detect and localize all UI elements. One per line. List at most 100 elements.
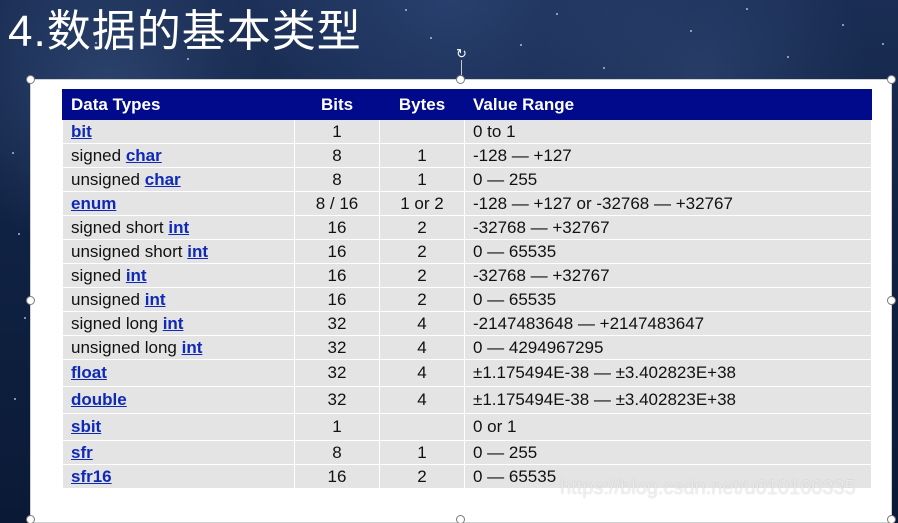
- table-row: signed long int 32 4 -2147483648 — +2147…: [62, 311, 872, 336]
- range-cell: 0 — 255: [464, 167, 872, 192]
- keyword-link[interactable]: sfr: [71, 443, 93, 462]
- type-cell: double: [62, 386, 295, 414]
- bits-cell: 16: [294, 215, 380, 240]
- bits-cell: 16: [294, 464, 380, 489]
- range-cell: -2147483648 — +2147483647: [464, 311, 872, 336]
- rotate-handle-icon[interactable]: ↻: [455, 47, 468, 60]
- bits-cell: 32: [294, 386, 380, 414]
- bytes-cell: 2: [379, 215, 465, 240]
- data-types-table: Data Types Bits Bytes Value Range bit 1 …: [62, 89, 872, 489]
- range-cell: 0 — 255: [464, 440, 872, 465]
- type-cell: signed long int: [62, 311, 295, 336]
- resize-handle-bottom-left[interactable]: [26, 515, 35, 523]
- table-row: double 32 4 ±1.175494E-38 — ±3.402823E+3…: [62, 386, 872, 414]
- type-cell: signed short int: [62, 215, 295, 240]
- type-prefix: unsigned: [71, 169, 145, 189]
- bytes-cell: 1: [379, 440, 465, 465]
- rotate-handle-line: [461, 60, 462, 75]
- keyword-link[interactable]: char: [145, 170, 181, 189]
- resize-handle-bottom-center[interactable]: [456, 515, 465, 523]
- bits-cell: 16: [294, 263, 380, 288]
- range-cell: -32768 — +32767: [464, 215, 872, 240]
- bytes-cell: 4: [379, 311, 465, 336]
- type-cell: enum: [62, 191, 295, 216]
- header-value-range: Value Range: [464, 89, 872, 120]
- bytes-cell: 4: [379, 386, 465, 414]
- table-row: signed int 16 2 -32768 — +32767: [62, 263, 872, 288]
- type-cell: sbit: [62, 413, 295, 441]
- watermark-text: https://blog.csdn.net/u010160335: [560, 477, 856, 499]
- resize-handle-middle-right[interactable]: [887, 296, 896, 305]
- range-cell: 0 to 1: [464, 119, 872, 144]
- bits-cell: 32: [294, 335, 380, 360]
- resize-handle-middle-left[interactable]: [26, 296, 35, 305]
- range-cell: 0 — 65535: [464, 239, 872, 264]
- type-prefix: signed: [71, 265, 126, 285]
- type-prefix: unsigned short: [71, 241, 188, 261]
- bits-cell: 1: [294, 413, 380, 441]
- keyword-link[interactable]: float: [71, 363, 107, 382]
- bytes-cell: 2: [379, 263, 465, 288]
- resize-handle-top-left[interactable]: [26, 75, 35, 84]
- range-cell: -128 — +127: [464, 143, 872, 168]
- bits-cell: 1: [294, 119, 380, 144]
- keyword-link[interactable]: int: [182, 338, 203, 357]
- keyword-link[interactable]: bit: [71, 122, 92, 141]
- type-cell: sfr: [62, 440, 295, 465]
- table-row: bit 1 0 to 1: [62, 119, 872, 144]
- keyword-link[interactable]: int: [187, 242, 208, 261]
- bytes-cell: 4: [379, 335, 465, 360]
- type-cell: float: [62, 359, 295, 387]
- bytes-cell: 1: [379, 143, 465, 168]
- bytes-cell: 2: [379, 287, 465, 312]
- range-cell: -128 — +127 or -32768 — +32767: [464, 191, 872, 216]
- type-prefix: signed long: [71, 313, 163, 333]
- resize-handle-bottom-right[interactable]: [887, 515, 896, 523]
- type-cell: signed int: [62, 263, 295, 288]
- bytes-cell: 2: [379, 239, 465, 264]
- type-prefix: signed: [71, 145, 126, 165]
- type-cell: bit: [62, 119, 295, 144]
- type-cell: unsigned short int: [62, 239, 295, 264]
- type-prefix: unsigned: [71, 289, 145, 309]
- keyword-link[interactable]: sfr16: [71, 467, 112, 486]
- range-cell: ±1.175494E-38 — ±3.402823E+38: [464, 359, 872, 387]
- table-row: unsigned long int 32 4 0 — 4294967295: [62, 335, 872, 360]
- table-row: enum 8 / 16 1 or 2 -128 — +127 or -32768…: [62, 191, 872, 216]
- resize-handle-top-center[interactable]: [456, 75, 465, 84]
- keyword-link[interactable]: int: [168, 218, 189, 237]
- type-cell: signed char: [62, 143, 295, 168]
- range-cell: -32768 — +32767: [464, 263, 872, 288]
- keyword-link[interactable]: int: [163, 314, 184, 333]
- type-prefix: unsigned long: [71, 337, 182, 357]
- range-cell: ±1.175494E-38 — ±3.402823E+38: [464, 386, 872, 414]
- type-cell: unsigned char: [62, 167, 295, 192]
- keyword-link[interactable]: int: [126, 266, 147, 285]
- bits-cell: 8 / 16: [294, 191, 380, 216]
- table-row: unsigned short int 16 2 0 — 65535: [62, 239, 872, 264]
- header-data-types: Data Types: [62, 89, 295, 120]
- bytes-cell: 1: [379, 167, 465, 192]
- resize-handle-top-right[interactable]: [887, 75, 896, 84]
- keyword-link[interactable]: sbit: [71, 417, 101, 436]
- slide-title: 4.数据的基本类型: [8, 7, 362, 56]
- table-row: signed short int 16 2 -32768 — +32767: [62, 215, 872, 240]
- type-cell: unsigned long int: [62, 335, 295, 360]
- bits-cell: 16: [294, 287, 380, 312]
- type-cell: unsigned int: [62, 287, 295, 312]
- keyword-link[interactable]: enum: [71, 194, 116, 213]
- bytes-cell: 2: [379, 464, 465, 489]
- bytes-cell: 1 or 2: [379, 191, 465, 216]
- bits-cell: 8: [294, 167, 380, 192]
- keyword-link[interactable]: int: [145, 290, 166, 309]
- table-row: sbit 1 0 or 1: [62, 413, 872, 441]
- table-header-row: Data Types Bits Bytes Value Range: [62, 89, 872, 120]
- keyword-link[interactable]: double: [71, 390, 127, 409]
- table-row: unsigned int 16 2 0 — 65535: [62, 287, 872, 312]
- type-cell: sfr16: [62, 464, 295, 489]
- keyword-link[interactable]: char: [126, 146, 162, 165]
- table-row: float 32 4 ±1.175494E-38 — ±3.402823E+38: [62, 359, 872, 387]
- bits-cell: 8: [294, 440, 380, 465]
- bits-cell: 32: [294, 311, 380, 336]
- range-cell: 0 — 4294967295: [464, 335, 872, 360]
